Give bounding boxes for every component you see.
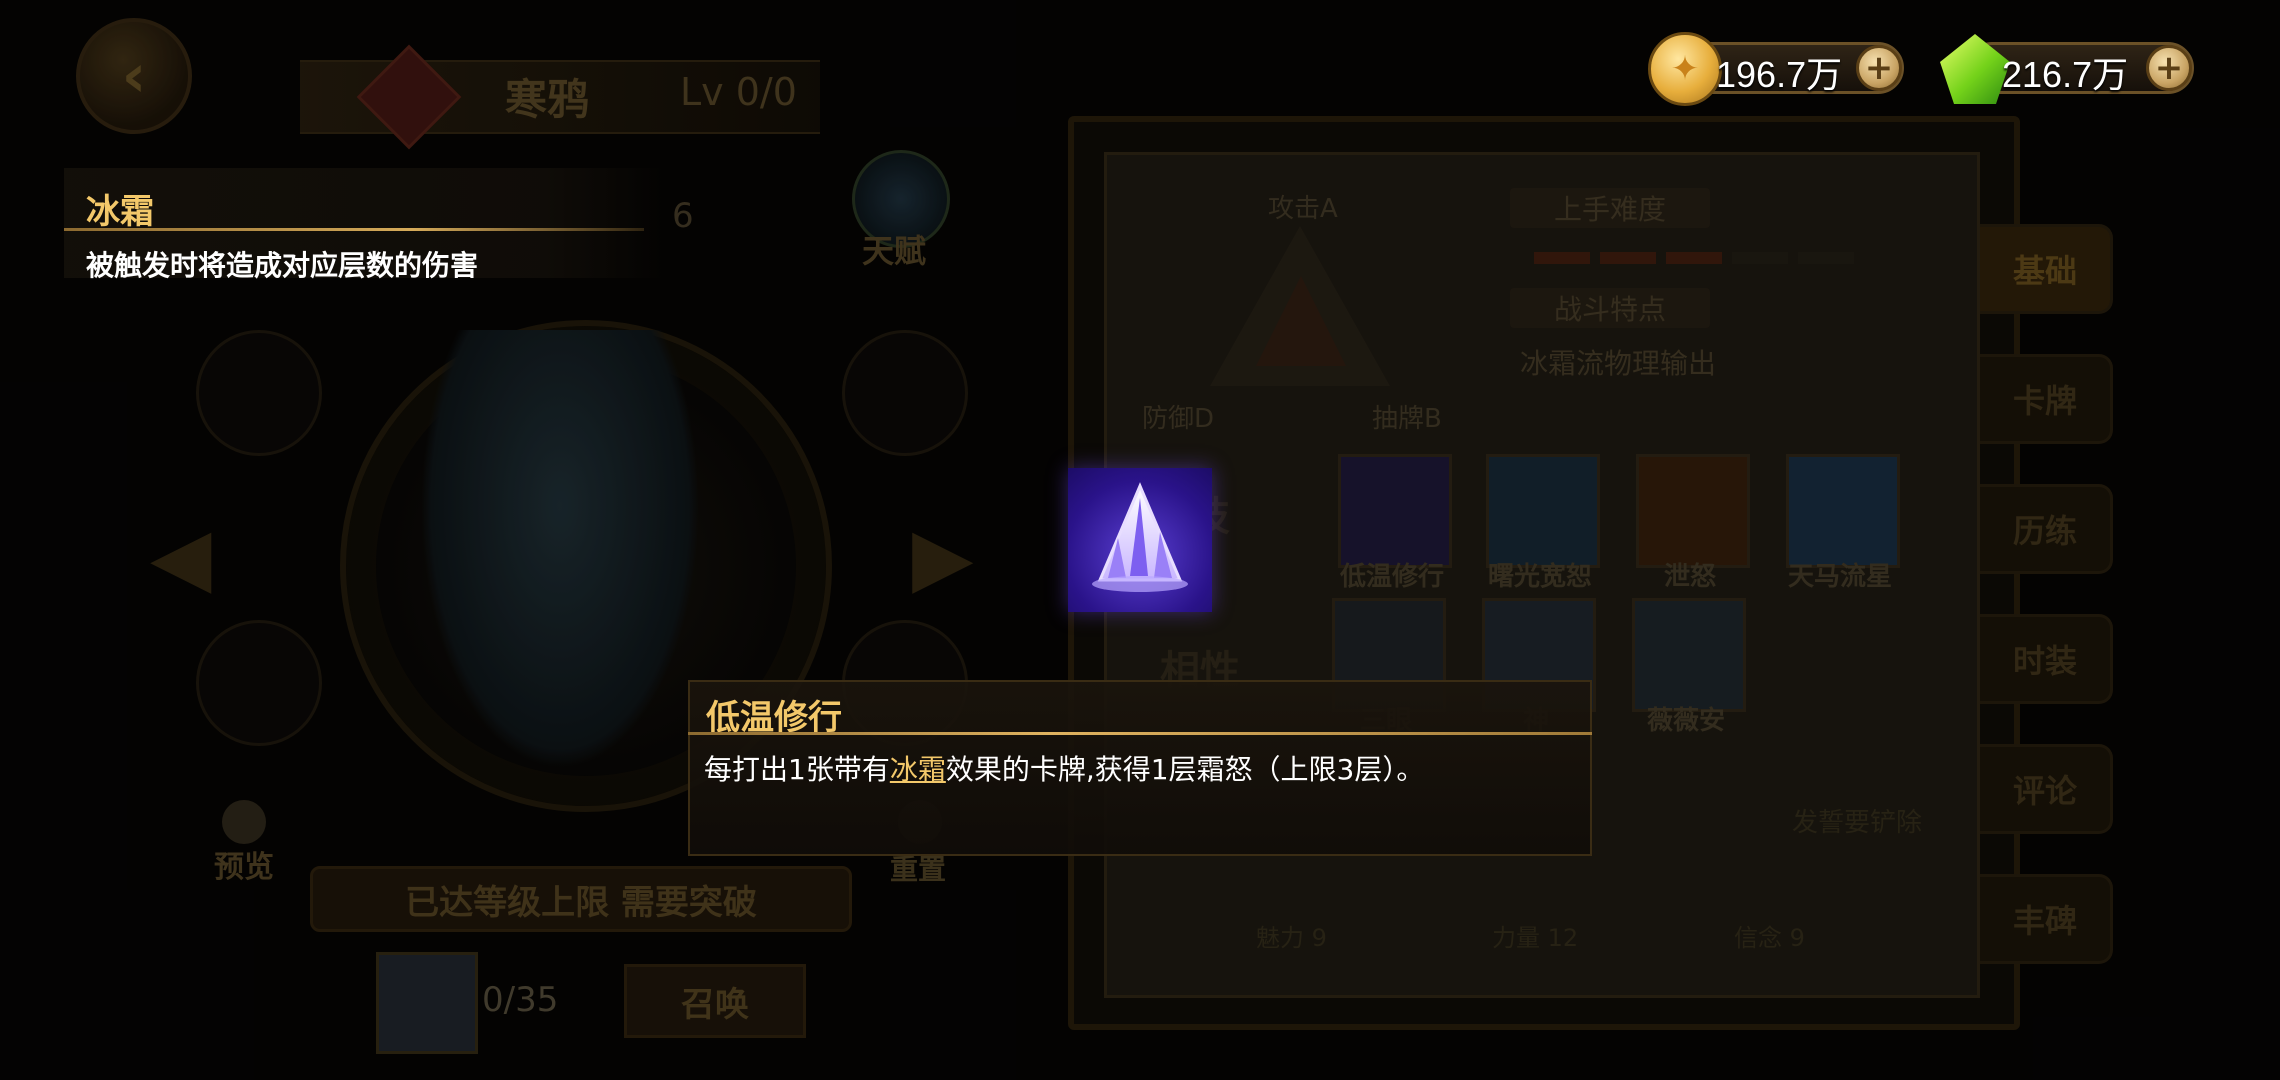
ice-crystal-glyph — [1092, 482, 1188, 592]
gold-coin-icon: ✦ — [1648, 32, 1722, 106]
add-gem-button[interactable]: + — [2146, 45, 2192, 91]
skill-text-part: 效果的卡牌,获得1层霜怒（上限3层）。 — [945, 753, 1425, 786]
frost-tooltip-divider — [64, 228, 644, 231]
frost-tooltip-description: 被触发时将造成对应层数的伤害 — [86, 249, 479, 282]
plus-icon: + — [2154, 48, 2184, 88]
gold-amount: 196.7万 — [1716, 54, 1843, 95]
ice-crystal-icon — [1068, 468, 1212, 612]
skill-text-part: 每打出1张带有 — [704, 753, 890, 786]
gem-amount: 216.7万 — [2002, 54, 2129, 95]
plus-icon: + — [1864, 48, 1894, 88]
skill-description-divider — [688, 732, 1592, 735]
frost-keyword-link[interactable]: 冰霜 — [890, 753, 946, 786]
skill-description-text: 每打出1张带有冰霜效果的卡牌,获得1层霜怒（上限3层）。 — [704, 748, 1424, 788]
add-gold-button[interactable]: + — [1856, 45, 1902, 91]
frost-tooltip-title: 冰霜 — [86, 192, 154, 232]
